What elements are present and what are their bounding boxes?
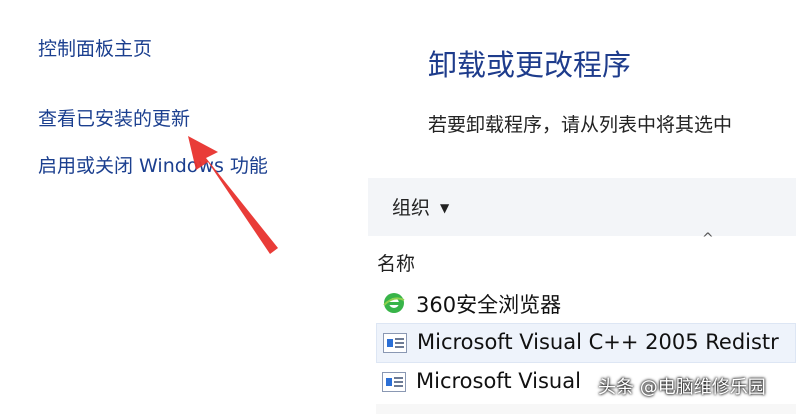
- page-title: 卸载或更改程序: [428, 48, 632, 82]
- page-description: 若要卸载程序，请从列表中将其选中: [428, 114, 733, 136]
- column-header-name[interactable]: 名称: [377, 249, 415, 276]
- list-item: [376, 404, 796, 414]
- chevron-down-icon: ▼: [440, 201, 450, 215]
- program-name: 360安全浏览器: [416, 293, 562, 317]
- program-name: Microsoft Visual: [416, 369, 581, 393]
- program-name: Microsoft Visual C++ 2005 Redistr: [417, 330, 779, 354]
- toolbar: 组织 ▼: [368, 178, 796, 236]
- watermark-text: 头条 @电脑维修乐园: [598, 377, 766, 398]
- organize-button[interactable]: 组织 ▼: [392, 193, 449, 220]
- sidebar-item-windows-features[interactable]: 启用或关闭 Windows 功能: [38, 151, 268, 178]
- installer-package-icon: [383, 333, 407, 355]
- installer-package-icon: [382, 372, 406, 394]
- sidebar-item-control-panel-home[interactable]: 控制面板主页: [38, 34, 152, 61]
- sidebar-item-view-installed-updates[interactable]: 查看已安装的更新: [38, 104, 190, 131]
- organize-label: 组织: [392, 197, 431, 219]
- sort-ascending-icon[interactable]: ^: [702, 231, 714, 247]
- program-row-vc-2005[interactable]: Microsoft Visual C++ 2005 Redistr: [376, 323, 796, 363]
- program-row-360-browser[interactable]: 360安全浏览器: [376, 283, 796, 323]
- 360-browser-icon: [383, 293, 405, 313]
